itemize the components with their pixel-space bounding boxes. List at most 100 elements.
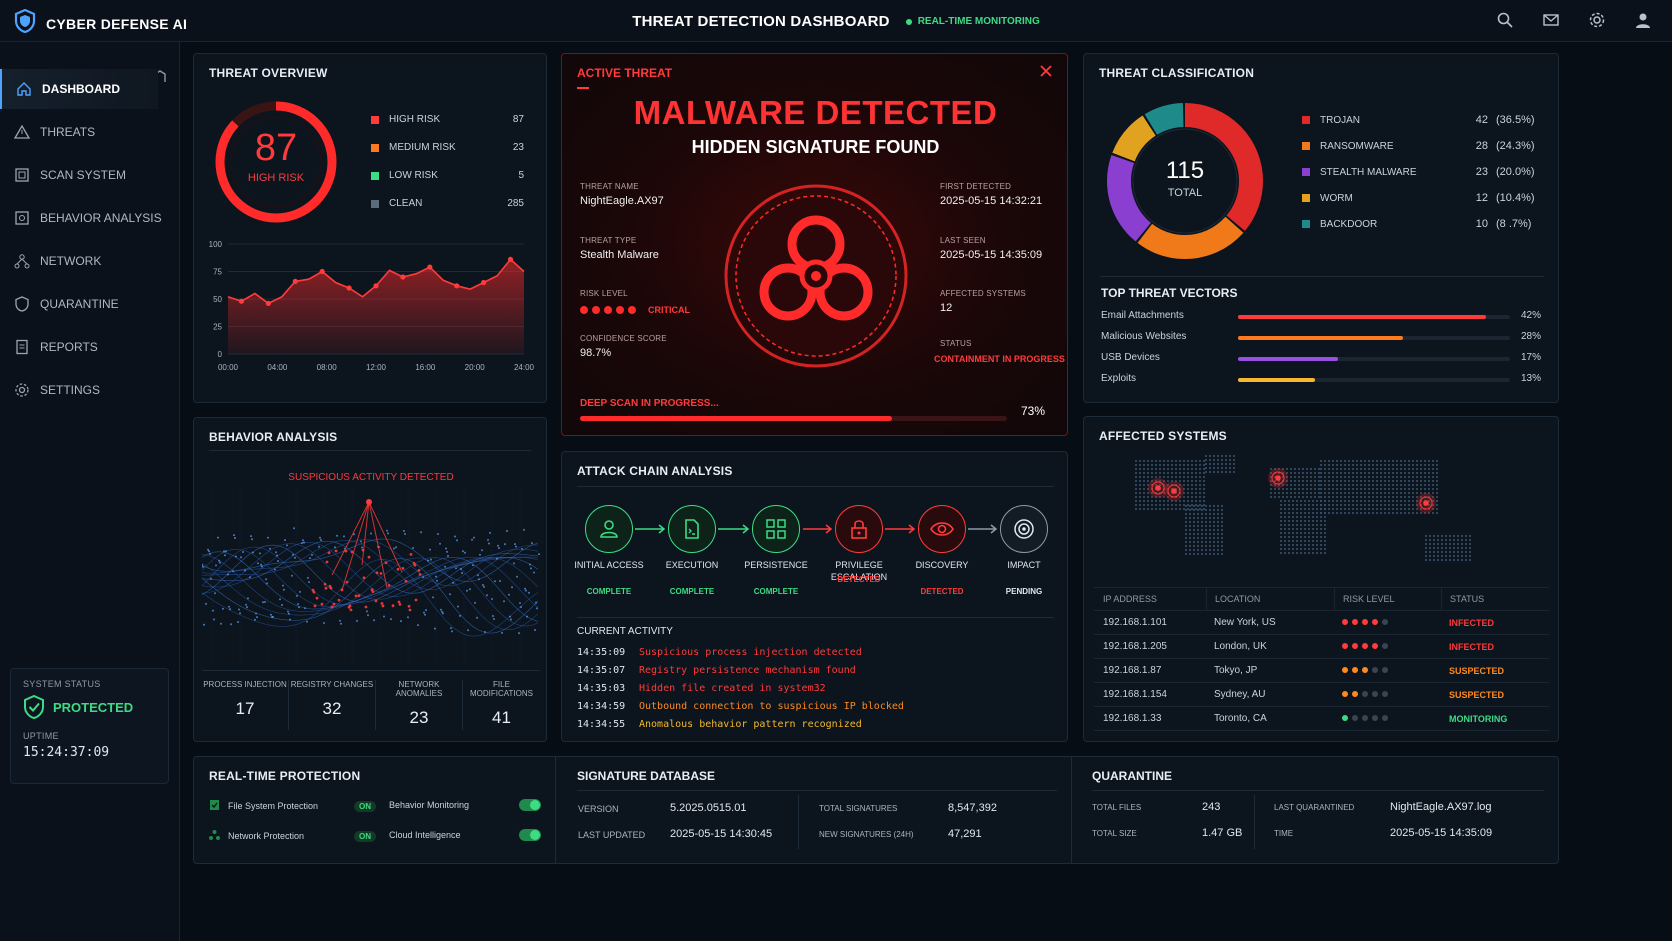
chain-node-privilege-escalation[interactable]: PRIVILEGE ESCALATION DETECTED xyxy=(819,505,899,584)
map-dot xyxy=(1403,475,1407,479)
map-dot xyxy=(1198,475,1202,479)
wave-particle xyxy=(246,606,248,609)
chain-node-initial-access[interactable]: INITIAL ACCESS COMPLETE xyxy=(569,505,649,596)
map-dot xyxy=(1428,554,1432,558)
mail-icon[interactable] xyxy=(1542,11,1560,29)
wave-particle xyxy=(366,610,368,613)
map-dot xyxy=(1198,491,1202,495)
behavior-monitoring-toggle[interactable] xyxy=(519,799,541,811)
map-dot xyxy=(1146,507,1150,511)
map-dot xyxy=(1299,535,1303,539)
table-row[interactable]: 192.168.1.87 Tokyo, JP SUSPECTED xyxy=(1094,659,1549,683)
map-dot xyxy=(1335,507,1339,511)
cloud-intelligence-toggle[interactable] xyxy=(519,829,541,841)
map-dot xyxy=(1331,507,1335,511)
chain-node-execution[interactable]: EXECUTION COMPLETE xyxy=(652,505,732,596)
wave-particle xyxy=(408,608,412,612)
sidebar-item-network[interactable]: NETWORK xyxy=(0,241,179,281)
sidebar-item-threats[interactable]: THREATS xyxy=(0,112,179,152)
map-dot xyxy=(1403,459,1407,463)
map-dot xyxy=(1315,531,1319,535)
wave-particle xyxy=(306,620,308,623)
map-dot xyxy=(1431,491,1435,495)
search-icon[interactable] xyxy=(1496,11,1514,29)
map-dot xyxy=(1415,483,1419,487)
map-dot xyxy=(1138,479,1142,483)
map-dot xyxy=(1383,495,1387,499)
map-dot xyxy=(1435,479,1439,483)
map-dot xyxy=(1289,483,1293,487)
table-row[interactable]: 192.168.1.205 London, UK INFECTED xyxy=(1094,635,1549,659)
map-dot xyxy=(1291,507,1295,511)
chain-node-discovery[interactable]: DISCOVERY DETECTED xyxy=(902,505,982,596)
system-status-label: SYSTEM STATUS xyxy=(23,679,101,689)
table-row[interactable]: 192.168.1.154 Sydney, AU SUSPECTED xyxy=(1094,683,1549,707)
map-dot xyxy=(1415,459,1419,463)
threat-vector-row: Malicious Websites 28% xyxy=(1101,331,1541,345)
wave-particle xyxy=(439,542,441,545)
map-dot xyxy=(1415,467,1419,471)
wave-particle xyxy=(523,528,525,531)
sidebar-item-label: QUARANTINE xyxy=(40,297,119,311)
map-dot xyxy=(1323,535,1327,539)
map-dot xyxy=(1435,503,1439,507)
map-dot xyxy=(1363,467,1367,471)
map-dot xyxy=(1331,503,1335,507)
map-dot xyxy=(1355,463,1359,467)
map-dot xyxy=(1228,466,1232,470)
wave-particle xyxy=(424,613,426,616)
sidebar-item-scan-system[interactable]: SCAN SYSTEM xyxy=(0,155,179,195)
map-dot xyxy=(1184,548,1188,552)
threat-headline: MALWARE DETECTED xyxy=(633,94,998,131)
map-dot xyxy=(1319,479,1323,483)
chain-node-persistence[interactable]: PERSISTENCE COMPLETE xyxy=(736,505,816,596)
wave-particle xyxy=(207,548,209,551)
map-dot xyxy=(1291,523,1295,527)
table-row[interactable]: 192.168.1.101 New York, US INFECTED xyxy=(1094,611,1549,635)
map-dot xyxy=(1216,458,1220,462)
map-dot xyxy=(1460,554,1464,558)
wave-particle xyxy=(205,602,207,605)
map-dot xyxy=(1407,507,1411,511)
sidebar-item-dashboard[interactable]: DASHBOARD xyxy=(0,69,158,109)
gear-icon[interactable] xyxy=(1588,11,1606,29)
map-dot xyxy=(1192,552,1196,556)
map-dot xyxy=(1204,552,1208,556)
risk-level-value: CRITICAL xyxy=(648,305,690,315)
sidebar-item-label: DASHBOARD xyxy=(42,82,120,96)
map-dot xyxy=(1383,479,1387,483)
table-row[interactable]: 192.168.1.33 Toronto, CA MONITORING xyxy=(1094,707,1549,731)
wave-particle xyxy=(264,601,266,603)
map-dot xyxy=(1192,524,1196,528)
map-dot xyxy=(1188,508,1192,512)
user-icon xyxy=(585,505,633,553)
map-dot xyxy=(1293,495,1297,499)
wave-particle xyxy=(255,612,257,615)
map-dot xyxy=(1311,499,1315,503)
sidebar-item-behavior-analysis[interactable]: BEHAVIOR ANALYSIS xyxy=(0,198,179,238)
map-dot xyxy=(1327,507,1331,511)
sidebar-item-settings[interactable]: SETTINGS xyxy=(0,370,179,410)
wave-particle xyxy=(437,533,439,535)
on-badge[interactable]: ON xyxy=(354,830,376,842)
close-icon[interactable] xyxy=(1039,64,1053,83)
chain-node-impact[interactable]: IMPACT PENDING xyxy=(984,505,1064,596)
status-cell: SUSPECTED xyxy=(1449,689,1505,700)
user-avatar-icon[interactable] xyxy=(1634,11,1652,29)
map-dot xyxy=(1174,507,1178,511)
map-dot xyxy=(1456,558,1460,562)
map-dot xyxy=(1287,547,1291,551)
chain-node-name: INITIAL ACCESS xyxy=(574,560,644,570)
map-dot xyxy=(1202,483,1206,487)
last-seen-value: 2025-05-15 14:35:09 xyxy=(940,249,1043,261)
map-dot xyxy=(1202,499,1206,503)
wave-particle xyxy=(488,542,490,545)
map-dot xyxy=(1309,467,1313,471)
map-dot xyxy=(1359,495,1363,499)
sidebar-item-reports[interactable]: REPORTS xyxy=(0,327,179,367)
sidebar-item-quarantine[interactable]: QUARANTINE xyxy=(0,284,179,324)
map-dot xyxy=(1212,528,1216,532)
map-dot xyxy=(1415,463,1419,467)
on-badge[interactable]: ON xyxy=(354,800,376,812)
risk-dot xyxy=(628,306,636,314)
